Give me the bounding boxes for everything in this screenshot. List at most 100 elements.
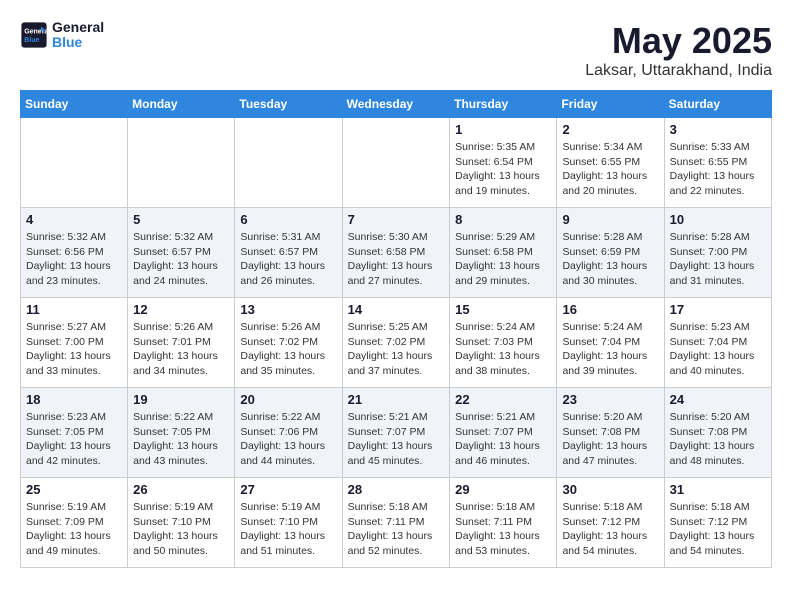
logo-icon: General Blue — [20, 21, 48, 49]
logo: General Blue General Blue — [20, 20, 104, 51]
day-number: 21 — [348, 392, 445, 407]
day-number: 31 — [670, 482, 766, 497]
weekday-header-row: SundayMondayTuesdayWednesdayThursdayFrid… — [21, 91, 772, 118]
calendar-cell: 4 Sunrise: 5:32 AM Sunset: 6:56 PM Daylig… — [21, 208, 128, 298]
calendar-cell: 6Sunrise: 5:31 AM Sunset: 6:57 PM Daylig… — [235, 208, 342, 298]
day-number: 19 — [133, 392, 229, 407]
calendar-cell: 8 Sunrise: 5:29 AM Sunset: 6:58 PM Daylig… — [450, 208, 557, 298]
day-info: Sunrise: 5:32 AM Sunset: 6:57 PM Dayligh… — [133, 230, 229, 289]
calendar-cell: 15 Sunrise: 5:24 AM Sunset: 7:03 PM Dayli… — [450, 298, 557, 388]
week-row-1: 1 Sunrise: 5:35 AM Sunset: 6:54 PM Daylig… — [21, 118, 772, 208]
calendar-cell: 17 Sunrise: 5:23 AM Sunset: 7:04 PM Dayli… — [664, 298, 771, 388]
day-info: Sunrise: 5:29 AM Sunset: 6:58 PM Dayligh… — [455, 230, 551, 289]
calendar-cell: 2Sunrise: 5:34 AM Sunset: 6:55 PM Daylig… — [557, 118, 664, 208]
day-number: 23 — [562, 392, 658, 407]
calendar-cell: 3 Sunrise: 5:33 AM Sunset: 6:55 PM Daylig… — [664, 118, 771, 208]
day-info: Sunrise: 5:35 AM Sunset: 6:54 PM Dayligh… — [455, 140, 551, 199]
day-info: Sunrise: 5:24 AM Sunset: 7:03 PM Dayligh… — [455, 320, 551, 379]
day-number: 30 — [562, 482, 658, 497]
day-info: Sunrise: 5:19 AM Sunset: 7:09 PM Dayligh… — [26, 500, 122, 559]
day-number: 26 — [133, 482, 229, 497]
day-info: Sunrise: 5:32 AM Sunset: 6:56 PM Dayligh… — [26, 230, 122, 289]
weekday-header-saturday: Saturday — [664, 91, 771, 118]
calendar-cell: 22Sunrise: 5:21 AM Sunset: 7:07 PM Dayli… — [450, 388, 557, 478]
day-info: Sunrise: 5:24 AM Sunset: 7:04 PM Dayligh… — [562, 320, 658, 379]
day-number: 15 — [455, 302, 551, 317]
calendar-cell: 29Sunrise: 5:18 AM Sunset: 7:11 PM Dayli… — [450, 478, 557, 568]
day-info: Sunrise: 5:31 AM Sunset: 6:57 PM Dayligh… — [240, 230, 336, 289]
day-info: Sunrise: 5:20 AM Sunset: 7:08 PM Dayligh… — [562, 410, 658, 469]
day-info: Sunrise: 5:18 AM Sunset: 7:11 PM Dayligh… — [348, 500, 445, 559]
week-row-2: 4 Sunrise: 5:32 AM Sunset: 6:56 PM Daylig… — [21, 208, 772, 298]
day-info: Sunrise: 5:21 AM Sunset: 7:07 PM Dayligh… — [455, 410, 551, 469]
calendar-cell: 11 Sunrise: 5:27 AM Sunset: 7:00 PM Dayli… — [21, 298, 128, 388]
day-info: Sunrise: 5:28 AM Sunset: 7:00 PM Dayligh… — [670, 230, 766, 289]
day-info: Sunrise: 5:26 AM Sunset: 7:01 PM Dayligh… — [133, 320, 229, 379]
day-info: Sunrise: 5:18 AM Sunset: 7:12 PM Dayligh… — [562, 500, 658, 559]
day-info: Sunrise: 5:20 AM Sunset: 7:08 PM Dayligh… — [670, 410, 766, 469]
day-number: 8 — [455, 212, 551, 227]
calendar-cell: 28 Sunrise: 5:18 AM Sunset: 7:11 PM Dayli… — [342, 478, 450, 568]
weekday-header-sunday: Sunday — [21, 91, 128, 118]
day-info: Sunrise: 5:18 AM Sunset: 7:12 PM Dayligh… — [670, 500, 766, 559]
calendar-cell — [128, 118, 235, 208]
calendar-cell: 1 Sunrise: 5:35 AM Sunset: 6:54 PM Daylig… — [450, 118, 557, 208]
day-number: 24 — [670, 392, 766, 407]
calendar-cell: 23 Sunrise: 5:20 AM Sunset: 7:08 PM Dayli… — [557, 388, 664, 478]
calendar-cell: 26Sunrise: 5:19 AM Sunset: 7:10 PM Dayli… — [128, 478, 235, 568]
day-info: Sunrise: 5:26 AM Sunset: 7:02 PM Dayligh… — [240, 320, 336, 379]
day-number: 27 — [240, 482, 336, 497]
weekday-header-thursday: Thursday — [450, 91, 557, 118]
day-number: 16 — [562, 302, 658, 317]
location-title: Laksar, Uttarakhand, India — [585, 62, 772, 80]
day-number: 20 — [240, 392, 336, 407]
calendar-cell — [342, 118, 450, 208]
day-number: 1 — [455, 122, 551, 137]
day-number: 3 — [670, 122, 766, 137]
calendar-cell — [21, 118, 128, 208]
day-number: 18 — [26, 392, 122, 407]
day-info: Sunrise: 5:22 AM Sunset: 7:06 PM Dayligh… — [240, 410, 336, 469]
weekday-header-wednesday: Wednesday — [342, 91, 450, 118]
day-info: Sunrise: 5:23 AM Sunset: 7:04 PM Dayligh… — [670, 320, 766, 379]
calendar-cell: 12 Sunrise: 5:26 AM Sunset: 7:01 PM Dayli… — [128, 298, 235, 388]
day-info: Sunrise: 5:33 AM Sunset: 6:55 PM Dayligh… — [670, 140, 766, 199]
day-info: Sunrise: 5:25 AM Sunset: 7:02 PM Dayligh… — [348, 320, 445, 379]
day-number: 5 — [133, 212, 229, 227]
weekday-header-friday: Friday — [557, 91, 664, 118]
week-row-3: 11 Sunrise: 5:27 AM Sunset: 7:00 PM Dayli… — [21, 298, 772, 388]
calendar-cell: 31 Sunrise: 5:18 AM Sunset: 7:12 PM Dayli… — [664, 478, 771, 568]
day-info: Sunrise: 5:21 AM Sunset: 7:07 PM Dayligh… — [348, 410, 445, 469]
day-number: 14 — [348, 302, 445, 317]
day-info: Sunrise: 5:28 AM Sunset: 6:59 PM Dayligh… — [562, 230, 658, 289]
day-number: 11 — [26, 302, 122, 317]
day-number: 4 — [26, 212, 122, 227]
calendar-cell: 20 Sunrise: 5:22 AM Sunset: 7:06 PM Dayli… — [235, 388, 342, 478]
calendar-cell: 19 Sunrise: 5:22 AM Sunset: 7:05 PM Dayli… — [128, 388, 235, 478]
day-number: 13 — [240, 302, 336, 317]
day-number: 7 — [348, 212, 445, 227]
day-number: 25 — [26, 482, 122, 497]
calendar-cell: 10Sunrise: 5:28 AM Sunset: 7:00 PM Dayli… — [664, 208, 771, 298]
calendar-cell — [235, 118, 342, 208]
day-info: Sunrise: 5:18 AM Sunset: 7:11 PM Dayligh… — [455, 500, 551, 559]
day-info: Sunrise: 5:22 AM Sunset: 7:05 PM Dayligh… — [133, 410, 229, 469]
calendar-cell: 24 Sunrise: 5:20 AM Sunset: 7:08 PM Dayli… — [664, 388, 771, 478]
weekday-header-tuesday: Tuesday — [235, 91, 342, 118]
week-row-5: 25 Sunrise: 5:19 AM Sunset: 7:09 PM Dayli… — [21, 478, 772, 568]
weekday-header-monday: Monday — [128, 91, 235, 118]
day-number: 28 — [348, 482, 445, 497]
calendar-cell: 13 Sunrise: 5:26 AM Sunset: 7:02 PM Dayli… — [235, 298, 342, 388]
logo-general: General — [52, 19, 104, 35]
title-area: May 2025 Laksar, Uttarakhand, India — [585, 20, 772, 80]
day-number: 12 — [133, 302, 229, 317]
day-number: 2 — [562, 122, 658, 137]
month-title: May 2025 — [585, 20, 772, 62]
day-number: 17 — [670, 302, 766, 317]
calendar-table: SundayMondayTuesdayWednesdayThursdayFrid… — [20, 90, 772, 568]
calendar-cell: 30 Sunrise: 5:18 AM Sunset: 7:12 PM Dayli… — [557, 478, 664, 568]
calendar-cell: 5 Sunrise: 5:32 AM Sunset: 6:57 PM Daylig… — [128, 208, 235, 298]
calendar-cell: 9Sunrise: 5:28 AM Sunset: 6:59 PM Daylig… — [557, 208, 664, 298]
day-info: Sunrise: 5:27 AM Sunset: 7:00 PM Dayligh… — [26, 320, 122, 379]
day-info: Sunrise: 5:30 AM Sunset: 6:58 PM Dayligh… — [348, 230, 445, 289]
